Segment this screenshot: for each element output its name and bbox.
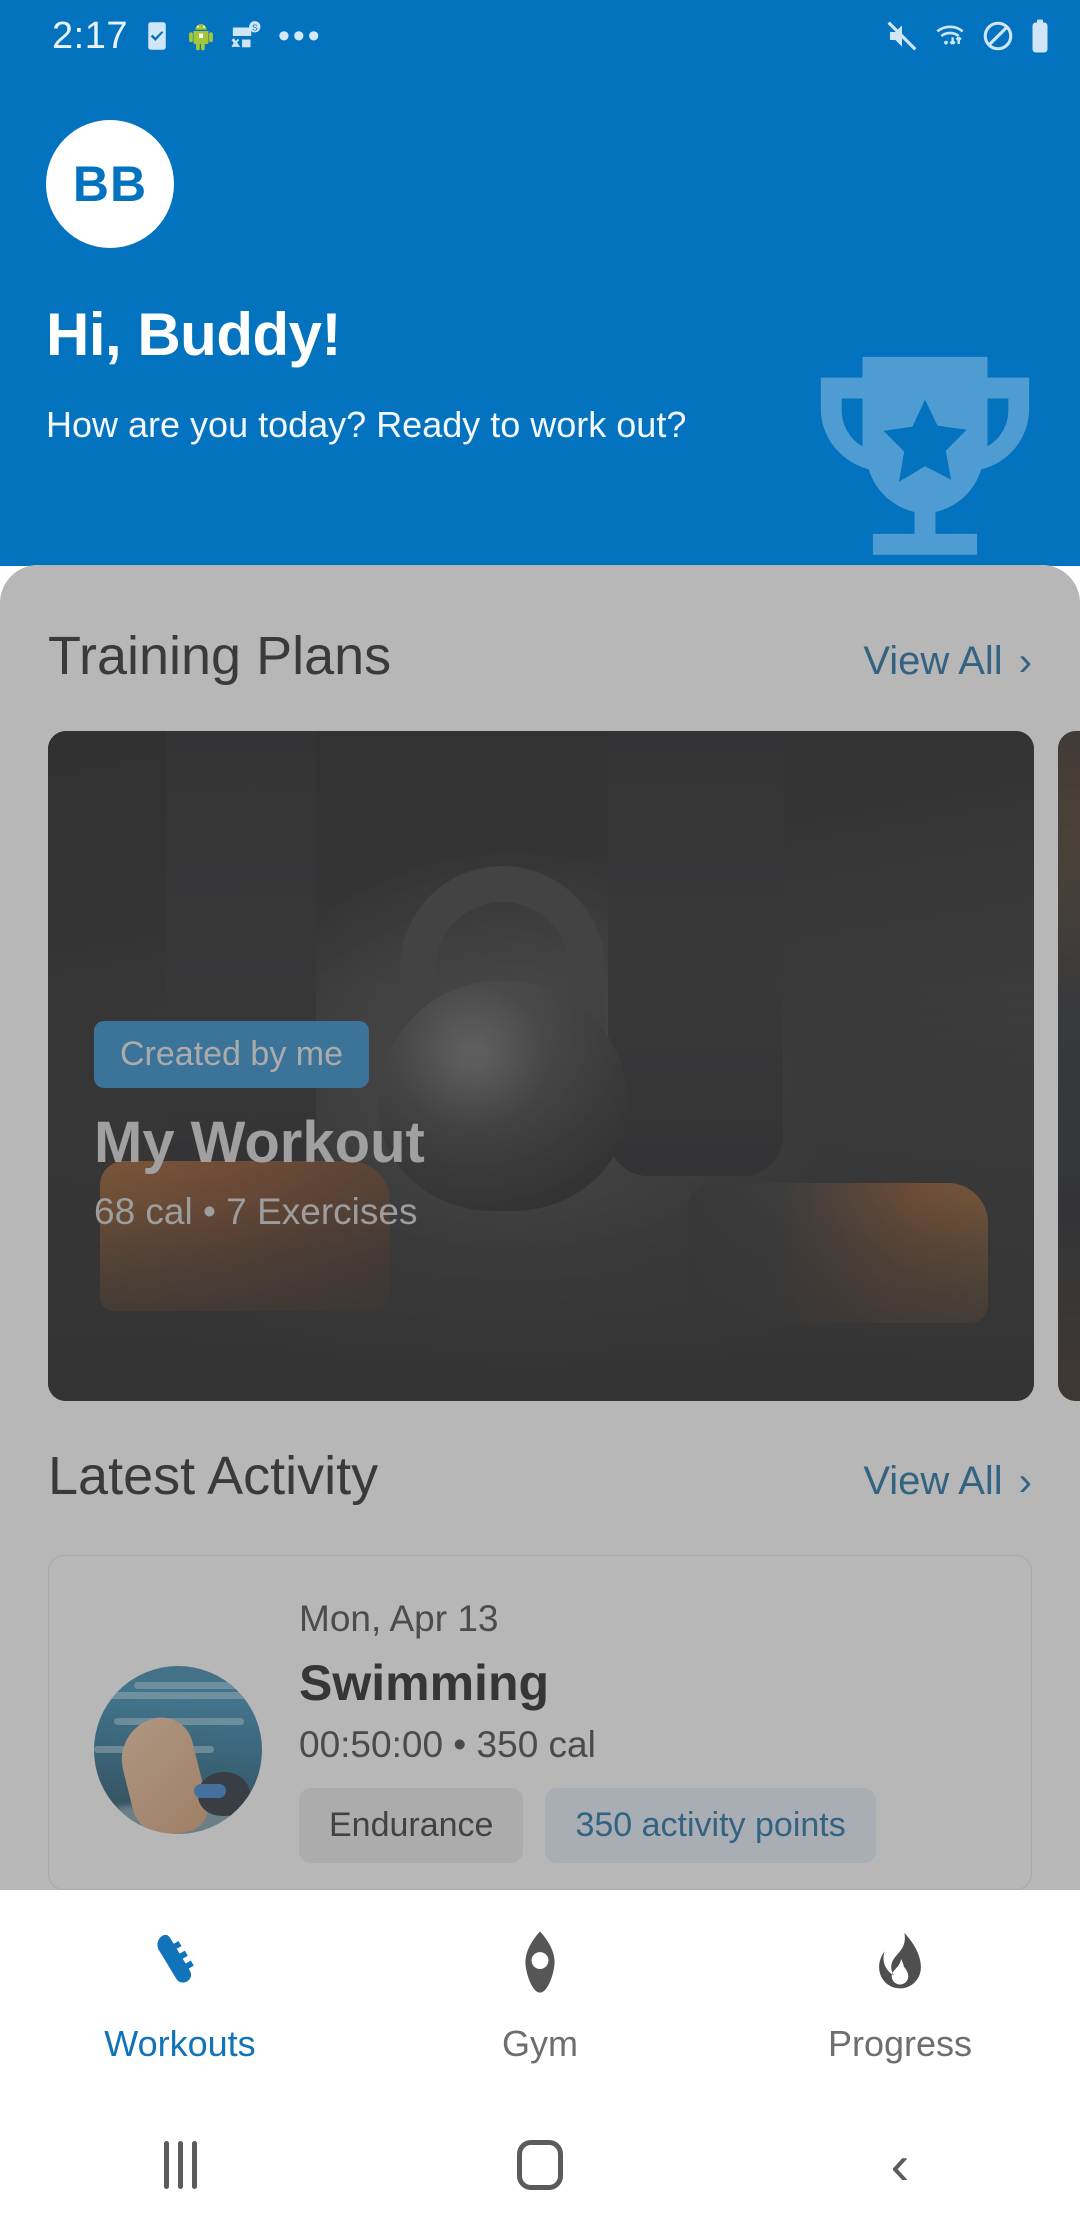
trophy-icon — [820, 356, 1030, 555]
page-title: Hi, Buddy! — [46, 301, 341, 368]
training-plans-carousel[interactable]: Created by me My Workout 68 cal • 7 Exer… — [0, 731, 1080, 1401]
running-shoe-icon — [141, 1926, 219, 2003]
training-plans-title: Training Plans — [48, 626, 392, 686]
back-button[interactable]: ‹ — [720, 2137, 1080, 2193]
more-dots-icon: ••• — [277, 16, 323, 55]
avatar-initials: BB — [72, 156, 148, 212]
do-not-disturb-icon — [981, 19, 1015, 53]
status-clock: 2:17 — [52, 14, 128, 57]
mute-icon — [885, 20, 919, 52]
android-navigation-bar: ‹ — [0, 2110, 1080, 2220]
activity-type-tag: Endurance — [299, 1788, 524, 1863]
nav-label-workouts: Workouts — [104, 2023, 256, 2064]
nav-label-gym: Gym — [502, 2023, 578, 2064]
nav-label-progress: Progress — [827, 2023, 973, 2064]
chevron-right-icon: › — [1018, 639, 1032, 684]
home-icon — [517, 2140, 563, 2190]
activity-name: Swimming — [299, 1655, 550, 1711]
bottom-navigation: Workouts Gym Progress — [0, 1890, 1080, 2110]
latest-activity-header: Latest Activity View All › — [0, 1445, 1080, 1507]
phone-check-icon — [142, 19, 172, 53]
back-icon: ‹ — [890, 2133, 910, 2196]
nav-item-progress[interactable]: Progress — [720, 1890, 1080, 2065]
training-plans-header: Training Plans View All › — [0, 625, 1080, 687]
activity-meta: 00:50:00 • 350 cal — [299, 1724, 596, 1765]
latest-activity-view-all[interactable]: View All › — [863, 1459, 1032, 1504]
flame-icon — [867, 1926, 933, 2003]
training-plan-card-next[interactable] — [1058, 731, 1080, 1401]
activity-card[interactable]: Mon, Apr 13 Swimming 00:50:00 • 350 cal … — [48, 1555, 1032, 1890]
view-all-label: View All — [863, 1459, 1003, 1503]
activity-tags: Endurance 350 activity points — [299, 1788, 876, 1863]
greeting-subtitle: How are you today? Ready to work out? — [46, 404, 687, 445]
activity-points-tag: 350 activity points — [545, 1788, 876, 1863]
wifi-transfer-icon — [932, 20, 968, 52]
location-pin-icon — [505, 1926, 575, 2003]
svg-text:S: S — [252, 22, 258, 32]
plan-meta: 68 cal • 7 Exercises — [94, 1191, 418, 1232]
training-plan-card[interactable]: Created by me My Workout 68 cal • 7 Exer… — [48, 731, 1034, 1401]
training-plans-view-all[interactable]: View All › — [863, 639, 1032, 684]
avatar[interactable]: BB — [46, 120, 174, 248]
recents-button[interactable] — [0, 2141, 360, 2189]
chevron-right-icon: › — [1018, 1459, 1032, 1504]
view-all-label: View All — [863, 639, 1003, 683]
app-header: BB Hi, Buddy! How are you today? Ready t… — [0, 0, 1080, 566]
nav-item-workouts[interactable]: Workouts — [0, 1890, 360, 2065]
plan-photo-next — [1058, 731, 1080, 1401]
latest-activity-title: Latest Activity — [48, 1446, 379, 1506]
plan-badge: Created by me — [94, 1021, 369, 1088]
message-error-icon: S — [230, 19, 264, 53]
content-sheet: Training Plans View All › Created by me … — [0, 565, 1080, 1890]
plan-name: My Workout — [94, 1110, 425, 1175]
status-bar: 2:17 S ••• — [0, 0, 1080, 72]
battery-icon — [1028, 18, 1052, 54]
swimmer-photo — [94, 1666, 262, 1834]
recents-icon — [163, 2141, 197, 2189]
home-button[interactable] — [360, 2140, 720, 2190]
activity-date: Mon, Apr 13 — [299, 1598, 499, 1639]
android-robot-icon — [186, 19, 216, 53]
nav-item-gym[interactable]: Gym — [360, 1890, 720, 2065]
